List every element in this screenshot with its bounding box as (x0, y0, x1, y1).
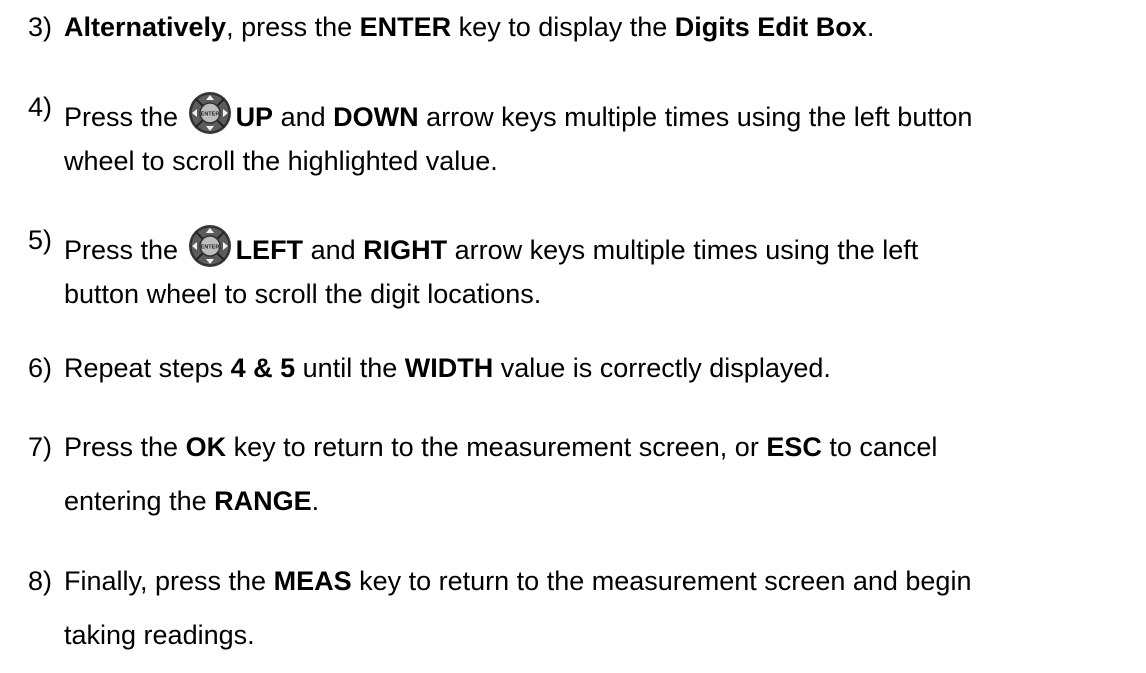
bold-text: LEFT (235, 235, 304, 265)
bold-text: DOWN (333, 102, 419, 132)
text-run: key to return to the measurement screen … (351, 566, 972, 596)
bold-text: WIDTH (404, 353, 494, 383)
step-line: Finally, press the MEAS key to return to… (64, 565, 971, 597)
text-run: key to return to the measurement screen,… (226, 432, 767, 462)
step-line: Alternatively, press the ENTER key to di… (64, 11, 874, 43)
text-run: until the (295, 353, 405, 383)
text-run: arrow keys multiple times using the left… (418, 102, 973, 132)
step-number: 6) (28, 353, 53, 383)
text-run: Press the (64, 235, 186, 265)
bold-text: ESC (766, 432, 822, 462)
step-number: 5) (28, 225, 53, 255)
text-run: key to display the (451, 12, 675, 42)
svg-text:ENTER: ENTER (200, 245, 219, 251)
step-line: Repeat steps 4 & 5 until the WIDTH value… (64, 352, 831, 384)
bold-text: RIGHT (363, 235, 448, 265)
step-line: button wheel to scroll the digit locatio… (64, 278, 541, 310)
button-wheel-icon: ENTER (188, 91, 232, 135)
step-line: Press the OK key to return to the measur… (64, 431, 937, 463)
step-line: taking readings. (64, 619, 255, 651)
step-number: 8) (28, 566, 53, 596)
step-number: 4) (28, 92, 53, 122)
bold-text: OK (185, 432, 227, 462)
text-run: . (866, 12, 875, 42)
step-line: entering the RANGE. (64, 485, 319, 517)
step-line: Press the ENTER UP and DOWN arrow keys mu… (64, 91, 972, 135)
bold-text: UP (235, 102, 274, 132)
bold-text: MEAS (273, 566, 352, 596)
text-run: Repeat steps (64, 353, 231, 383)
text-run: Press the (64, 432, 186, 462)
text-run: value is correctly displayed. (493, 353, 831, 383)
text-run: taking readings. (64, 620, 255, 650)
button-wheel-icon: ENTER (188, 224, 232, 268)
bold-text: ENTER (359, 12, 452, 42)
text-run: Press the (64, 102, 186, 132)
bold-text: RANGE (214, 486, 312, 516)
bold-text: Digits Edit Box (674, 12, 867, 42)
text-run: to cancel (821, 432, 938, 462)
text-run: arrow keys multiple times using the left (447, 235, 919, 265)
bold-text: Alternatively (64, 12, 227, 42)
text-run: button wheel to scroll the digit locatio… (64, 279, 542, 309)
text-run: . (311, 486, 320, 516)
text-run: , press the (226, 12, 360, 42)
text-run: wheel to scroll the highlighted value. (64, 146, 498, 176)
step-line: Press the ENTER LEFT and RIGHT arrow keys… (64, 224, 918, 268)
text-run: and (273, 102, 334, 132)
text-run: Finally, press the (64, 566, 274, 596)
step-line: wheel to scroll the highlighted value. (64, 145, 498, 177)
svg-text:ENTER: ENTER (200, 112, 219, 118)
instruction-page: 3) Alternatively, press the ENTER key to… (0, 0, 1146, 673)
bold-text: 4 & 5 (230, 353, 296, 383)
text-run: and (303, 235, 364, 265)
step-number: 7) (28, 432, 53, 462)
text-run: entering the (64, 486, 215, 516)
step-number: 3) (28, 12, 53, 42)
